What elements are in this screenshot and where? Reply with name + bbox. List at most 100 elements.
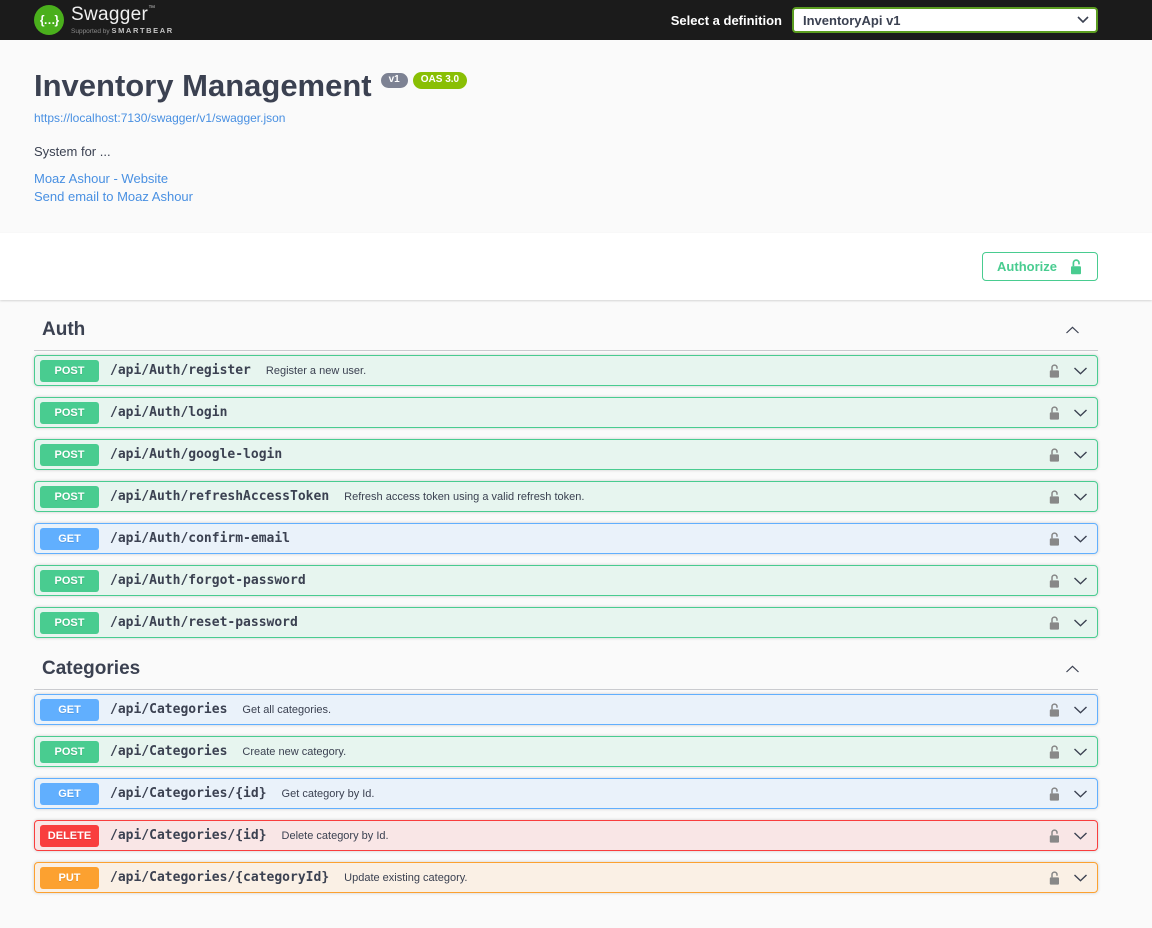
lock-icon[interactable] [1048, 870, 1061, 886]
operations-list: Auth POST /api/Auth/register Register a … [0, 300, 1152, 928]
section-title: Auth [42, 319, 86, 341]
method-badge: GET [40, 698, 99, 721]
opblock-tag-section-categories: Categories GET /api/Categories Get all c… [34, 649, 1098, 894]
oas-badge: OAS 3.0 [412, 72, 468, 89]
method-badge: POST [40, 569, 99, 592]
lock-icon[interactable] [1048, 531, 1061, 547]
operation-path: /api/Auth/refreshAccessToken [110, 489, 330, 505]
expand-icon[interactable] [1073, 493, 1088, 501]
operation-row[interactable]: POST /api/Auth/register Register a new u… [34, 355, 1098, 387]
operation-path: /api/Categories/{id} [110, 786, 267, 802]
operation-row[interactable]: DELETE /api/Categories/{id} Delete categ… [34, 820, 1098, 852]
lock-icon[interactable] [1048, 489, 1061, 505]
brand-text: Swagger™ Supported by SMARTBEAR [71, 5, 174, 36]
operation-path: /api/Categories [110, 744, 228, 760]
method-badge: POST [40, 611, 99, 634]
operation-path: /api/Auth/login [110, 405, 228, 421]
method-badge: PUT [40, 866, 99, 889]
email-link[interactable]: Send email to Moaz Ashour [34, 188, 1098, 207]
lock-icon[interactable] [1048, 702, 1061, 718]
operation-row[interactable]: PUT /api/Categories/{categoryId} Update … [34, 862, 1098, 894]
lock-icon[interactable] [1048, 405, 1061, 421]
lock-icon[interactable] [1048, 828, 1061, 844]
section-title: Categories [42, 658, 141, 680]
lock-icon[interactable] [1048, 573, 1061, 589]
section-operations: GET /api/Categories Get all categories. … [34, 694, 1098, 894]
authorize-label: Authorize [997, 259, 1057, 275]
select-definition-label: Select a definition [670, 12, 782, 28]
operation-row[interactable]: GET /api/Categories/{id} Get category by… [34, 778, 1098, 810]
page-title: Inventory Management v1 OAS 3.0 [34, 68, 1098, 104]
method-badge: POST [40, 401, 99, 424]
operation-row[interactable]: POST /api/Categories Create new category… [34, 736, 1098, 768]
operation-path: /api/Auth/register [110, 363, 251, 379]
info-section: Inventory Management v1 OAS 3.0 https://… [0, 40, 1152, 234]
definition-select[interactable]: InventoryApi v1 [792, 7, 1098, 33]
expand-icon[interactable] [1073, 832, 1088, 840]
expand-icon[interactable] [1073, 451, 1088, 459]
method-badge: POST [40, 359, 99, 382]
method-badge: POST [40, 443, 99, 466]
operation-summary: Refresh access token using a valid refre… [344, 490, 585, 503]
operation-path: /api/Categories/{id} [110, 828, 267, 844]
operation-summary: Get all categories. [242, 703, 332, 716]
operation-summary: Get category by Id. [281, 787, 375, 800]
swagger-logo-icon: {…} [34, 5, 64, 35]
website-link[interactable]: Moaz Ashour - Website [34, 170, 1098, 189]
operation-row[interactable]: POST /api/Auth/google-login [34, 439, 1098, 471]
operation-row[interactable]: POST /api/Auth/forgot-password [34, 565, 1098, 597]
chevron-up-icon[interactable] [1065, 326, 1080, 334]
lock-icon[interactable] [1048, 615, 1061, 631]
expand-icon[interactable] [1073, 409, 1088, 417]
operation-row[interactable]: POST /api/Auth/login [34, 397, 1098, 429]
chevron-up-icon[interactable] [1065, 665, 1080, 673]
section-operations: POST /api/Auth/register Register a new u… [34, 355, 1098, 639]
section-header[interactable]: Categories [34, 649, 1098, 691]
expand-icon[interactable] [1073, 874, 1088, 882]
opblock-tag-section-auth: Auth POST /api/Auth/register Register a … [34, 310, 1098, 639]
operation-row[interactable]: GET /api/Auth/confirm-email [34, 523, 1098, 555]
operation-summary: Update existing category. [344, 871, 468, 884]
lock-icon[interactable] [1048, 786, 1061, 802]
supported-by-label: Supported by [71, 27, 112, 35]
method-badge: GET [40, 527, 99, 550]
method-badge: POST [40, 740, 99, 763]
topbar: {…} Swagger™ Supported by SMARTBEAR Sele… [0, 0, 1152, 40]
operation-summary: Create new category. [242, 745, 347, 758]
section-header[interactable]: Auth [34, 310, 1098, 352]
expand-icon[interactable] [1073, 577, 1088, 585]
expand-icon[interactable] [1073, 619, 1088, 627]
swagger-brand[interactable]: {…} Swagger™ Supported by SMARTBEAR [34, 5, 174, 36]
operation-path: /api/Auth/reset-password [110, 615, 298, 631]
method-badge: POST [40, 485, 99, 508]
lock-icon[interactable] [1048, 447, 1061, 463]
expand-icon[interactable] [1073, 367, 1088, 375]
smartbear-label: SMARTBEAR [111, 25, 174, 35]
operation-row[interactable]: GET /api/Categories Get all categories. [34, 694, 1098, 726]
scheme-container: Authorize [0, 233, 1152, 301]
operation-path: /api/Categories/{categoryId} [110, 870, 330, 886]
operation-path: /api/Auth/confirm-email [110, 531, 291, 547]
operation-summary: Delete category by Id. [281, 829, 389, 842]
unlock-icon [1069, 258, 1083, 276]
spec-url-link[interactable]: https://localhost:7130/swagger/v1/swagge… [34, 111, 285, 125]
api-title-text: Inventory Management [34, 68, 372, 103]
expand-icon[interactable] [1073, 706, 1088, 714]
method-badge: DELETE [40, 824, 99, 847]
brand-name: Swagger [71, 3, 149, 25]
trademark-symbol: ™ [148, 4, 156, 12]
lock-icon[interactable] [1048, 744, 1061, 760]
operation-path: /api/Auth/forgot-password [110, 573, 306, 589]
operation-path: /api/Categories [110, 702, 228, 718]
authorize-button[interactable]: Authorize [982, 252, 1098, 282]
lock-icon[interactable] [1048, 363, 1061, 379]
operation-row[interactable]: POST /api/Auth/reset-password [34, 607, 1098, 639]
method-badge: GET [40, 782, 99, 805]
expand-icon[interactable] [1073, 790, 1088, 798]
operation-path: /api/Auth/google-login [110, 447, 283, 463]
version-badge: v1 [380, 73, 408, 88]
expand-icon[interactable] [1073, 748, 1088, 756]
operation-row[interactable]: POST /api/Auth/refreshAccessToken Refres… [34, 481, 1098, 513]
expand-icon[interactable] [1073, 535, 1088, 543]
operation-summary: Register a new user. [265, 364, 367, 377]
